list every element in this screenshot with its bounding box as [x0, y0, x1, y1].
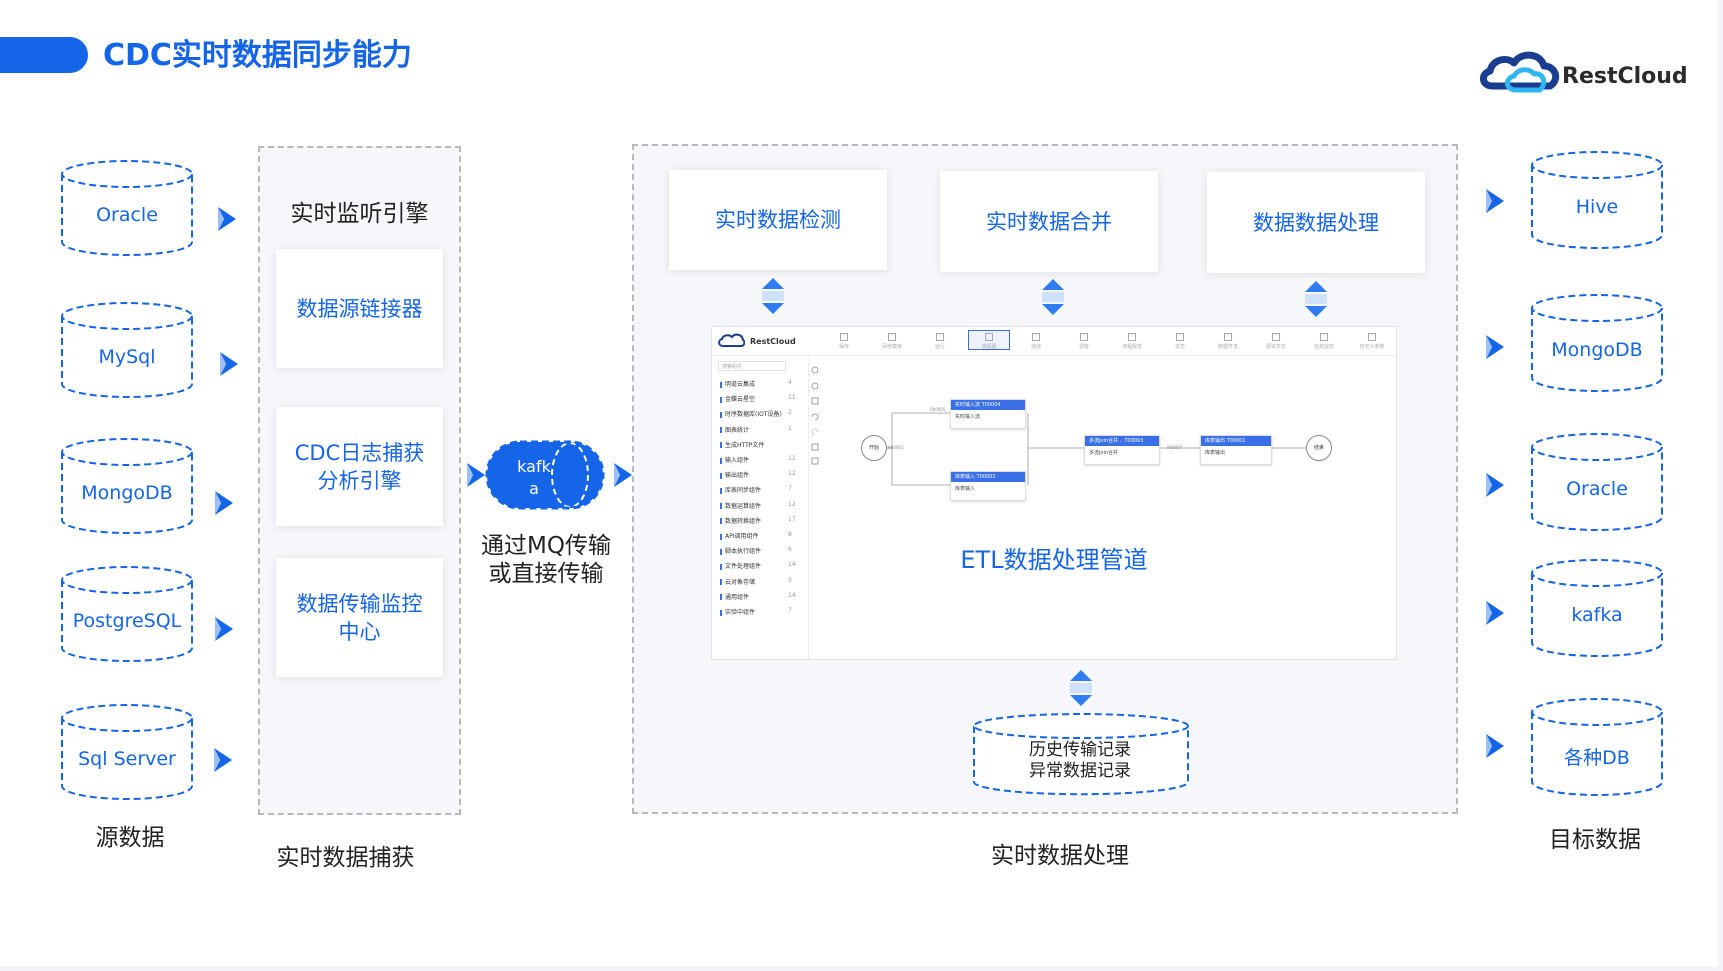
capture-heading: 实时监听引擎 — [290, 201, 429, 227]
arrow-right-icon — [1486, 335, 1504, 359]
capture-caption: 实时数据捕获 — [276, 845, 415, 871]
mini-node: 库表输出 T00001 库表输出 — [1200, 435, 1272, 465]
target-db-2: Oracle — [1530, 432, 1664, 532]
arrow-right-icon — [467, 463, 485, 487]
target-db-4: 各种DB — [1530, 697, 1664, 797]
connector-card: 数据源链接器 — [276, 249, 443, 368]
kafka-label: kafk a — [517, 457, 551, 498]
page-title: CDC实时数据同步能力 — [103, 38, 412, 73]
target-db-label: 各种DB — [1564, 747, 1630, 769]
arrow-right-icon — [1486, 601, 1504, 625]
source-db-4: Sql Server — [60, 703, 194, 801]
mini-flow-edges — [871, 412, 1307, 486]
arrow-right-icon — [1486, 473, 1504, 497]
source-db-label: Oracle — [96, 204, 158, 226]
mini-node: 库表输入 T00002 库表输入 — [950, 471, 1026, 501]
target-db-label: kafka — [1571, 604, 1623, 626]
target-db-1: MongoDB — [1530, 293, 1664, 393]
mini-node: 实时输入流 T00004 实时输入流 — [950, 399, 1026, 429]
etl-pipeline-screenshot: RestCloud 保存 另存模板 运行 流程图 连线 调度 流程属性 日志 数据开发 调试日志任… — [711, 326, 1397, 660]
source-db-3: PostgreSQL — [60, 565, 194, 663]
flow-arrow — [213, 613, 235, 649]
cdc-log-engine-card: CDC日志捕获 分析引擎 — [276, 407, 443, 526]
arrow-right-icon — [214, 748, 232, 772]
target-db-3: kafka — [1530, 558, 1664, 658]
flow-arrow — [218, 348, 240, 384]
flow-arrow — [1484, 331, 1506, 367]
flow-arrow — [212, 744, 234, 780]
transfer-monitor-card: 数据传输监控 中心 — [276, 558, 443, 677]
mini-node: 多流join合并... T00003 多流join合并 — [1084, 435, 1160, 465]
slide: CDC实时数据同步能力 RestCloud Oracle MySql Mongo… — [0, 0, 1718, 966]
history-records-text: 历史传输记录 异常数据记录 — [1029, 740, 1131, 781]
processing-caption: 实时数据处理 — [991, 843, 1129, 869]
mini-end-node: 结束 — [1306, 435, 1332, 461]
source-db-label: Sql Server — [78, 748, 176, 770]
source-db-0: Oracle — [60, 159, 194, 257]
sources-caption: 源数据 — [95, 825, 165, 851]
flow-arrow — [1484, 469, 1506, 505]
target-db-label: Hive — [1575, 196, 1619, 218]
mini-edge-label: R00003 — [888, 445, 904, 450]
target-db-label: Oracle — [1566, 478, 1628, 500]
mini-edge-label: R00005 — [930, 407, 946, 412]
arrow-right-icon — [218, 207, 236, 231]
source-db-label: MySql — [98, 346, 156, 368]
arrow-right-icon — [1486, 189, 1504, 213]
target-db-0: Hive — [1530, 150, 1664, 250]
source-db-2: MongoDB — [60, 437, 194, 535]
realtime-detect-card: 实时数据检测 — [669, 170, 887, 270]
flow-arrow — [1484, 185, 1506, 221]
double-arrow-icon — [1305, 281, 1327, 317]
double-arrow-icon — [1070, 670, 1092, 706]
arrow-right-icon — [220, 352, 238, 376]
flow-arrow — [1484, 730, 1506, 766]
source-db-label: MongoDB — [81, 482, 173, 504]
source-db-label: PostgreSQL — [72, 610, 182, 632]
double-arrow-icon — [762, 278, 784, 314]
realtime-merge-card: 实时数据合并 — [940, 171, 1158, 272]
target-db-label: MongoDB — [1551, 339, 1643, 361]
arrow-right-icon — [1486, 734, 1504, 758]
flow-arrow — [1484, 597, 1506, 633]
source-db-1: MySql — [60, 301, 194, 399]
targets-caption: 目标数据 — [1549, 827, 1641, 853]
flow-arrow — [465, 459, 487, 495]
mini-start-node: 开始 — [861, 435, 887, 461]
logo-text: RestCloud — [1562, 64, 1688, 89]
flow-arrow — [216, 203, 238, 239]
title-accent-bar — [0, 34, 96, 76]
mini-edge-label: R00007 — [1167, 445, 1183, 450]
arrow-right-icon — [215, 491, 233, 515]
mq-transfer-text: 通过MQ传输 或直接传输 — [481, 533, 611, 587]
arrow-right-icon — [215, 617, 233, 641]
flow-arrow — [213, 487, 235, 523]
etl-pipeline-label: ETL数据处理管道 — [960, 546, 1148, 574]
double-arrow-icon — [1042, 279, 1064, 315]
flow-arrow — [612, 459, 634, 495]
arrow-right-icon — [614, 463, 632, 487]
data-process-card: 数据数据处理 — [1207, 172, 1425, 273]
